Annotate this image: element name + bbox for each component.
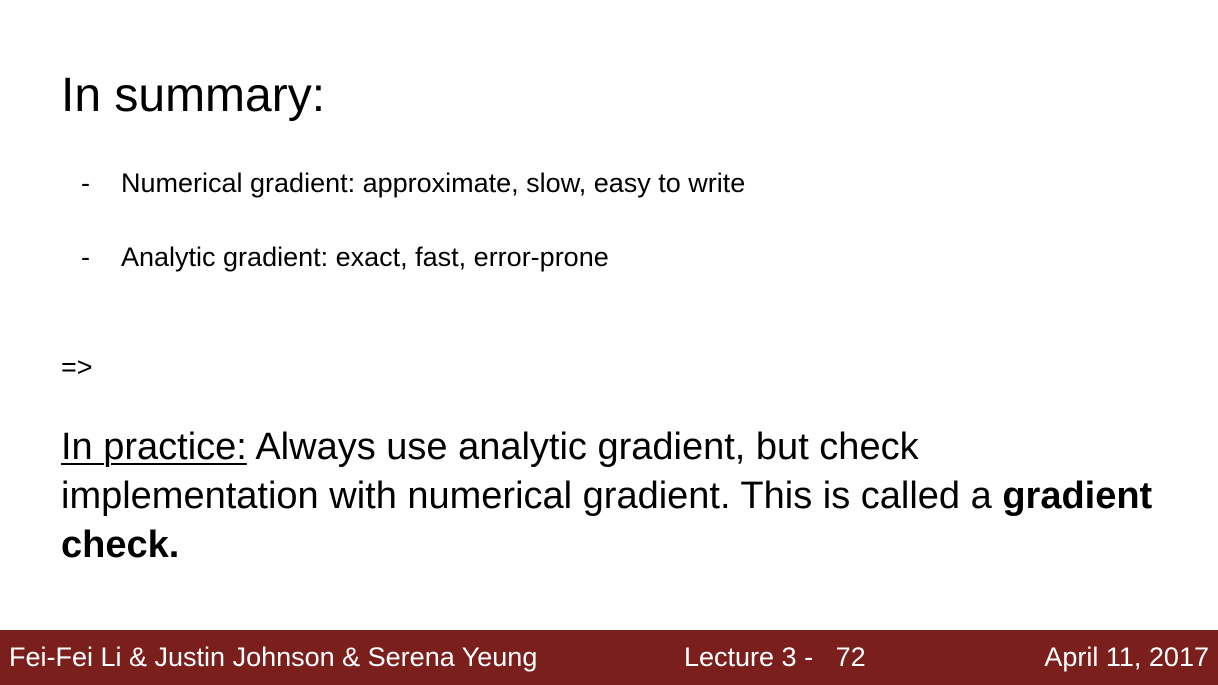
- bullet-marker: -: [81, 168, 90, 198]
- slide-footer: Fei-Fei Li & Justin Johnson & Serena Yeu…: [0, 630, 1218, 685]
- footer-authors: Fei-Fei Li & Justin Johnson & Serena Yeu…: [9, 642, 538, 672]
- footer-lecture-number: Lecture 3 - 72: [684, 642, 866, 672]
- bullet-text: Analytic gradient: exact, fast, error-pr…: [121, 242, 609, 272]
- practice-lead: In practice:: [61, 426, 247, 468]
- bullet-marker: -: [81, 242, 90, 272]
- implication-arrow: =>: [61, 352, 93, 382]
- bullet-numerical-gradient: - Numerical gradient: approximate, slow, …: [81, 166, 745, 200]
- slide-title: In summary:: [61, 69, 326, 122]
- practice-paragraph: In practice: Always use analytic gradien…: [61, 423, 1161, 570]
- bullet-analytic-gradient: - Analytic gradient: exact, fast, error-p…: [81, 240, 609, 274]
- slide: In summary: - Numerical gradient: approxi…: [0, 0, 1218, 685]
- footer-date: April 11, 2017: [1044, 642, 1209, 672]
- bullet-text: Numerical gradient: approximate, slow, e…: [121, 168, 746, 198]
